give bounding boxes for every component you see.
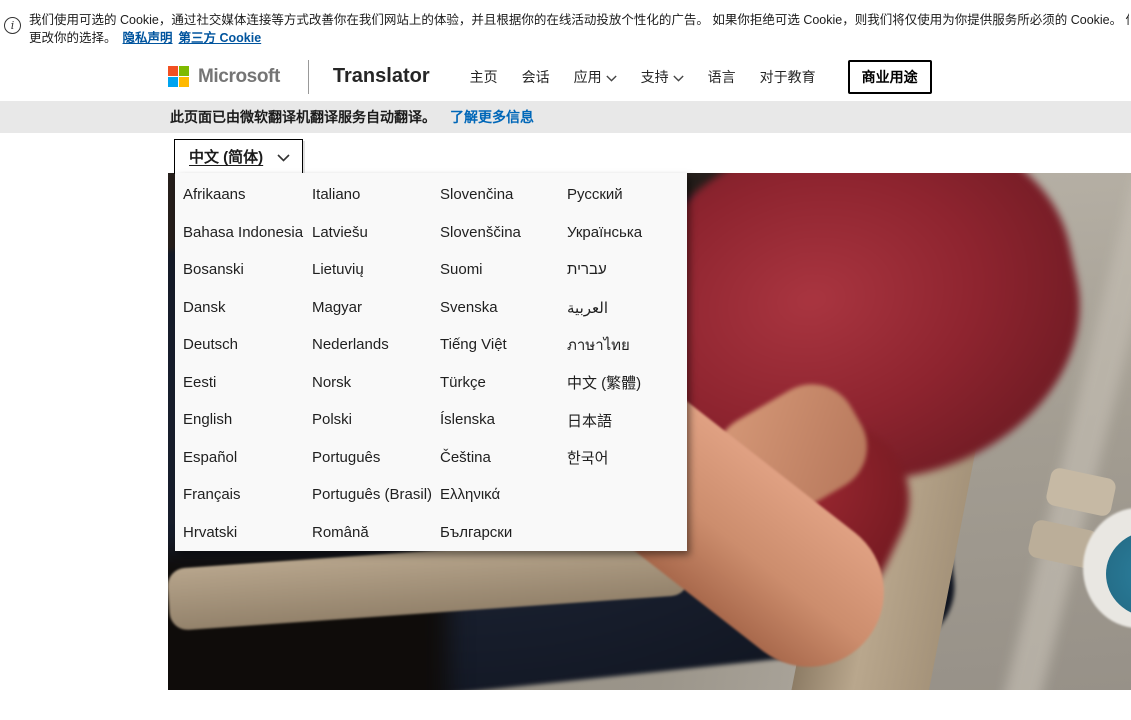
chevron-down-icon (606, 75, 617, 82)
language-option[interactable]: Eesti (183, 364, 312, 402)
nav-item-label: 语言 (708, 67, 736, 87)
language-option[interactable]: Nederlands (312, 326, 440, 364)
language-option[interactable]: Русский (567, 176, 685, 214)
microsoft-wordmark[interactable]: Microsoft (198, 66, 280, 88)
language-option[interactable]: Español (183, 439, 312, 477)
language-option[interactable]: Slovenščina (440, 214, 567, 252)
language-option[interactable]: English (183, 401, 312, 439)
cookie-message: 我们使用可选的 Cookie，通过社交媒体连接等方式改善你在我们网站上的体验，并… (29, 8, 1129, 47)
nav-item[interactable]: 会话 (522, 67, 550, 87)
language-option[interactable]: Français (183, 476, 312, 514)
nav-item[interactable]: 支持 (641, 67, 684, 87)
cookie-banner: i 我们使用可选的 Cookie，通过社交媒体连接等方式改善你在我们网站上的体验… (0, 0, 1131, 52)
nav-item[interactable]: 主页 (470, 67, 498, 87)
language-option[interactable]: Ελληνικά (440, 476, 567, 514)
nav-item-label: 应用 (574, 67, 602, 87)
info-icon: i (4, 17, 21, 34)
language-option[interactable]: Tiếng Việt (440, 326, 567, 364)
language-option[interactable]: ภาษาไทย (567, 326, 685, 364)
translator-brand[interactable]: Translator (333, 65, 430, 88)
language-column: РусскийУкраїнськаעבריתالعربيةภาษาไทย中文 (… (567, 176, 685, 551)
learn-more-link[interactable]: 了解更多信息 (450, 107, 534, 127)
microsoft-logo-icon[interactable] (168, 66, 189, 87)
logo-square-green (179, 66, 189, 76)
nav-items: 主页 会话 应用 支持 语言 对于教育 (458, 67, 828, 87)
cookie-message-line2: 更改你的选择。 (29, 31, 117, 45)
language-selector-button[interactable]: 中文 (简体) (174, 139, 303, 174)
language-option[interactable]: Lietuvių (312, 251, 440, 289)
language-option[interactable]: Magyar (312, 289, 440, 327)
top-navbar: Microsoft Translator 主页 会话 应用 支持 语言 对于教育 商业用途 (0, 52, 1131, 101)
nav-item-label: 主页 (470, 67, 498, 87)
language-option[interactable]: Polski (312, 401, 440, 439)
language-option[interactable]: Dansk (183, 289, 312, 327)
language-option[interactable]: Bosanski (183, 251, 312, 289)
logo-square-red (168, 66, 178, 76)
language-option[interactable]: Íslenska (440, 401, 567, 439)
language-option[interactable]: Українська (567, 214, 685, 252)
translation-notice-text: 此页面已由微软翻译机翻译服务自动翻译。 (170, 107, 436, 127)
language-option[interactable]: Português (312, 439, 440, 477)
language-column: SlovenčinaSlovenščinaSuomiSvenskaTiếng V… (440, 176, 567, 551)
business-use-button[interactable]: 商业用途 (848, 60, 932, 94)
language-option[interactable]: 中文 (繁體) (567, 364, 685, 402)
selected-language-label: 中文 (简体) (189, 146, 263, 167)
nav-item-label: 对于教育 (760, 67, 816, 87)
language-option[interactable]: Čeština (440, 439, 567, 477)
language-option[interactable]: Deutsch (183, 326, 312, 364)
nav-item[interactable]: 应用 (574, 67, 617, 87)
language-option[interactable]: Slovenčina (440, 176, 567, 214)
language-option[interactable]: Bahasa Indonesia (183, 214, 312, 252)
language-option[interactable]: Italiano (312, 176, 440, 214)
privacy-statement-link[interactable]: 隐私声明 (123, 31, 173, 45)
chevron-down-icon (673, 75, 684, 82)
logo-square-yellow (179, 77, 189, 87)
language-dropdown-panel: AfrikaansBahasa IndonesiaBosanskiDanskDe… (175, 173, 687, 551)
language-option[interactable]: 한국어 (567, 439, 685, 477)
nav-divider (308, 60, 309, 94)
language-column: AfrikaansBahasa IndonesiaBosanskiDanskDe… (183, 176, 312, 551)
language-option[interactable]: Türkçe (440, 364, 567, 402)
nav-item-label: 支持 (641, 67, 669, 87)
language-option[interactable]: العربية (567, 289, 685, 327)
language-option[interactable]: Hrvatski (183, 514, 312, 552)
nav-item-label: 会话 (522, 67, 550, 87)
language-option[interactable]: 日本語 (567, 402, 685, 440)
language-option[interactable]: Svenska (440, 289, 567, 327)
nav-item[interactable]: 对于教育 (760, 67, 816, 87)
third-party-cookie-link[interactable]: 第三方 Cookie (179, 31, 262, 45)
chevron-down-icon (277, 154, 290, 162)
language-option[interactable]: עברית (567, 251, 685, 289)
language-option[interactable]: Norsk (312, 364, 440, 402)
language-column: ItalianoLatviešuLietuviųMagyarNederlands… (312, 176, 440, 551)
logo-square-blue (168, 77, 178, 87)
language-option[interactable]: Afrikaans (183, 176, 312, 214)
translation-notice-bar: 此页面已由微软翻译机翻译服务自动翻译。 了解更多信息 (0, 101, 1131, 133)
language-option[interactable]: Português (Brasil) (312, 476, 440, 514)
language-option[interactable]: Български (440, 514, 567, 552)
nav-item[interactable]: 语言 (708, 67, 736, 87)
language-option[interactable]: Suomi (440, 251, 567, 289)
language-option[interactable]: Latviešu (312, 214, 440, 252)
language-option[interactable]: Română (312, 514, 440, 552)
cookie-message-line1: 我们使用可选的 Cookie，通过社交媒体连接等方式改善你在我们网站上的体验，并… (29, 11, 1129, 29)
